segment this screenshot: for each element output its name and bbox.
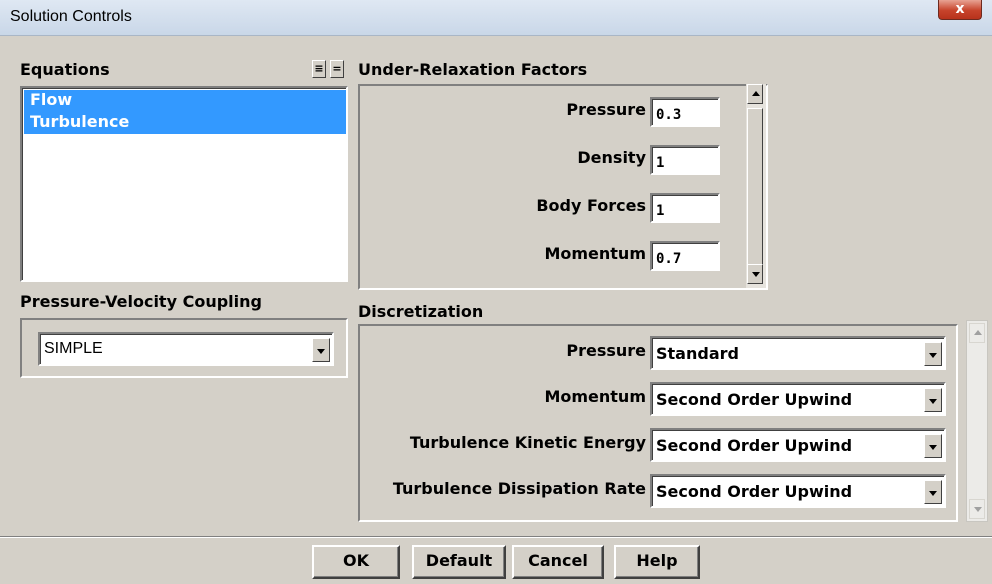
tke-scheme-label: Turbulence Kinetic Energy xyxy=(409,433,646,452)
title-bar: Solution Controls x xyxy=(0,0,992,36)
equations-list[interactable]: Flow Turbulence xyxy=(20,86,348,282)
tdr-scheme-select[interactable]: Second Order Upwind xyxy=(650,474,946,508)
default-button[interactable]: Default xyxy=(412,545,506,579)
footer-divider xyxy=(0,536,992,538)
close-button[interactable]: x xyxy=(938,0,982,20)
chevron-down-icon[interactable] xyxy=(924,434,942,458)
under-relaxation-heading: Under-Relaxation Factors xyxy=(358,60,588,79)
pressure-relax-label: Pressure xyxy=(566,100,646,119)
tke-scheme-value: Second Order Upwind xyxy=(656,436,853,455)
momentum-relax-field[interactable]: 0.7 xyxy=(650,241,720,271)
discretization-scrollbar[interactable] xyxy=(966,320,988,522)
scroll-down-button[interactable] xyxy=(969,499,985,519)
equations-heading: Equations xyxy=(20,60,110,79)
under-relaxation-scrollbar[interactable] xyxy=(746,84,766,288)
chevron-down-icon[interactable] xyxy=(924,480,942,504)
momentum-scheme-label: Momentum xyxy=(544,387,646,406)
close-icon: x xyxy=(955,1,965,17)
scroll-thumb[interactable] xyxy=(747,108,763,276)
help-button[interactable]: Help xyxy=(614,545,700,579)
scroll-up-button[interactable] xyxy=(747,84,763,104)
list-item-flow[interactable]: Flow xyxy=(24,90,346,112)
discretization-heading: Discretization xyxy=(358,302,484,321)
density-field[interactable]: 1 xyxy=(650,145,720,175)
tdr-scheme-value: Second Order Upwind xyxy=(656,482,853,501)
deselect-all-icon[interactable]: = xyxy=(330,60,344,78)
list-item-turbulence[interactable]: Turbulence xyxy=(24,112,346,134)
body-forces-field[interactable]: 1 xyxy=(650,193,720,223)
pressure-scheme-value: Standard xyxy=(656,344,739,363)
chevron-down-icon[interactable] xyxy=(924,342,942,366)
select-all-icon[interactable]: ≡ xyxy=(312,60,326,78)
pressure-scheme-label: Pressure xyxy=(566,341,646,360)
momentum-scheme-select[interactable]: Second Order Upwind xyxy=(650,382,946,416)
tke-scheme-select[interactable]: Second Order Upwind xyxy=(650,428,946,462)
chevron-down-icon[interactable] xyxy=(312,338,330,362)
chevron-down-icon[interactable] xyxy=(924,388,942,412)
body-forces-label: Body Forces xyxy=(536,196,646,215)
coupling-value: SIMPLE xyxy=(44,340,103,357)
pressure-scheme-select[interactable]: Standard xyxy=(650,336,946,370)
scroll-up-button[interactable] xyxy=(969,323,985,343)
momentum-scheme-value: Second Order Upwind xyxy=(656,390,853,409)
coupling-select[interactable]: SIMPLE xyxy=(38,332,334,366)
coupling-heading: Pressure-Velocity Coupling xyxy=(20,292,262,311)
tdr-scheme-label: Turbulence Dissipation Rate xyxy=(392,479,646,498)
density-label: Density xyxy=(577,148,646,167)
ok-button[interactable]: OK xyxy=(312,545,400,579)
window-title: Solution Controls xyxy=(10,8,132,25)
scroll-down-button[interactable] xyxy=(747,264,763,284)
momentum-relax-label: Momentum xyxy=(544,244,646,263)
cancel-button[interactable]: Cancel xyxy=(512,545,604,579)
pressure-relax-field[interactable]: 0.3 xyxy=(650,97,720,127)
